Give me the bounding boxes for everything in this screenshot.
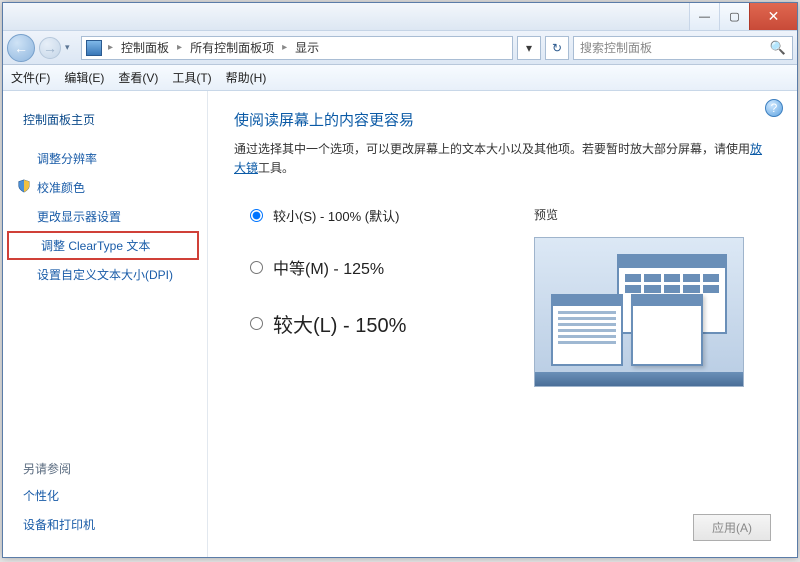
- page-title: 使阅读屏幕上的内容更容易: [234, 109, 771, 130]
- radio-medium[interactable]: [250, 261, 263, 274]
- search-placeholder: 搜索控制面板: [580, 39, 652, 56]
- option-label: 较小(S) - 100% (默认): [273, 206, 399, 225]
- chevron-right-icon[interactable]: ▸: [175, 42, 184, 53]
- titlebar: — ▢ ✕: [3, 3, 797, 31]
- control-panel-icon: [86, 40, 102, 56]
- desc-text: 通过选择其中一个选项，可以更改屏幕上的文本大小以及其他项。若要暂时放大部分屏幕，…: [234, 142, 750, 156]
- menu-bar: 文件(F) 编辑(E) 查看(V) 工具(T) 帮助(H): [3, 65, 797, 91]
- history-dropdown[interactable]: ▾: [65, 42, 77, 53]
- desc-text-post: 工具。: [258, 161, 294, 175]
- page-description: 通过选择其中一个选项，可以更改屏幕上的文本大小以及其他项。若要暂时放大部分屏幕，…: [234, 140, 771, 178]
- sidebar-devices-printers[interactable]: 设备和打印机: [3, 510, 207, 539]
- search-icon[interactable]: 🔍: [770, 40, 786, 56]
- preview-label: 预览: [534, 206, 771, 223]
- forward-button[interactable]: →: [39, 37, 61, 59]
- menu-tools[interactable]: 工具(T): [172, 69, 211, 86]
- menu-edit[interactable]: 编辑(E): [64, 69, 104, 86]
- sidebar-cleartype[interactable]: 调整 ClearType 文本: [7, 231, 199, 260]
- sidebar-resolution[interactable]: 调整分辨率: [3, 144, 207, 173]
- sidebar-calibrate-color[interactable]: 校准颜色: [3, 173, 207, 202]
- content-area: ? 使阅读屏幕上的内容更容易 通过选择其中一个选项，可以更改屏幕上的文本大小以及…: [208, 91, 797, 557]
- sidebar-see-also-label: 另请参阅: [3, 456, 207, 481]
- address-bar[interactable]: ▸ 控制面板 ▸ 所有控制面板项 ▸ 显示: [81, 36, 513, 60]
- breadcrumb-control-panel[interactable]: 控制面板: [119, 39, 171, 56]
- apply-button[interactable]: 应用(A): [693, 514, 771, 541]
- sidebar-home[interactable]: 控制面板主页: [3, 105, 207, 134]
- option-large[interactable]: 较大(L) - 150%: [250, 309, 494, 338]
- option-label: 较大(L) - 150%: [273, 309, 406, 338]
- breadcrumb-display[interactable]: 显示: [293, 39, 321, 56]
- minimize-button[interactable]: —: [689, 3, 719, 30]
- help-icon[interactable]: ?: [765, 99, 783, 117]
- body: 控制面板主页 调整分辨率 校准颜色 更改显示器设置 调整 ClearType 文…: [3, 91, 797, 557]
- preview-column: 预览: [534, 206, 771, 387]
- refresh-button[interactable]: ↻: [545, 36, 569, 60]
- back-button[interactable]: ←: [7, 34, 35, 62]
- menu-view[interactable]: 查看(V): [118, 69, 158, 86]
- shield-icon: [17, 179, 31, 193]
- menu-help[interactable]: 帮助(H): [226, 69, 267, 86]
- option-small[interactable]: 较小(S) - 100% (默认): [250, 206, 494, 225]
- breadcrumb-all-items[interactable]: 所有控制面板项: [188, 39, 276, 56]
- chevron-right-icon[interactable]: ▸: [280, 42, 289, 53]
- sidebar-dpi[interactable]: 设置自定义文本大小(DPI): [3, 260, 207, 289]
- address-dropdown-button[interactable]: ▾: [517, 36, 541, 60]
- menu-file[interactable]: 文件(F): [11, 69, 50, 86]
- navigation-bar: ← → ▾ ▸ 控制面板 ▸ 所有控制面板项 ▸ 显示 ▾ ↻ 搜索控制面板 🔍: [3, 31, 797, 65]
- preview-taskbar: [535, 372, 743, 386]
- option-medium[interactable]: 中等(M) - 125%: [250, 255, 494, 279]
- preview-window-blank: [631, 294, 703, 366]
- preview-image: [534, 237, 744, 387]
- size-options: 较小(S) - 100% (默认) 中等(M) - 125% 较大(L) - 1…: [234, 206, 494, 387]
- chevron-right-icon[interactable]: ▸: [106, 42, 115, 53]
- preview-window-list: [551, 294, 623, 366]
- sidebar-personalize[interactable]: 个性化: [3, 481, 207, 510]
- radio-large[interactable]: [250, 317, 263, 330]
- radio-small[interactable]: [250, 209, 263, 222]
- close-button[interactable]: ✕: [749, 3, 797, 30]
- sidebar-display-settings[interactable]: 更改显示器设置: [3, 202, 207, 231]
- search-input[interactable]: 搜索控制面板 🔍: [573, 36, 793, 60]
- sidebar-item-label: 校准颜色: [37, 181, 85, 195]
- option-label: 中等(M) - 125%: [273, 255, 384, 279]
- control-panel-window: — ▢ ✕ ← → ▾ ▸ 控制面板 ▸ 所有控制面板项 ▸ 显示 ▾ ↻ 搜索…: [2, 2, 798, 558]
- maximize-button[interactable]: ▢: [719, 3, 749, 30]
- sidebar: 控制面板主页 调整分辨率 校准颜色 更改显示器设置 调整 ClearType 文…: [3, 91, 208, 557]
